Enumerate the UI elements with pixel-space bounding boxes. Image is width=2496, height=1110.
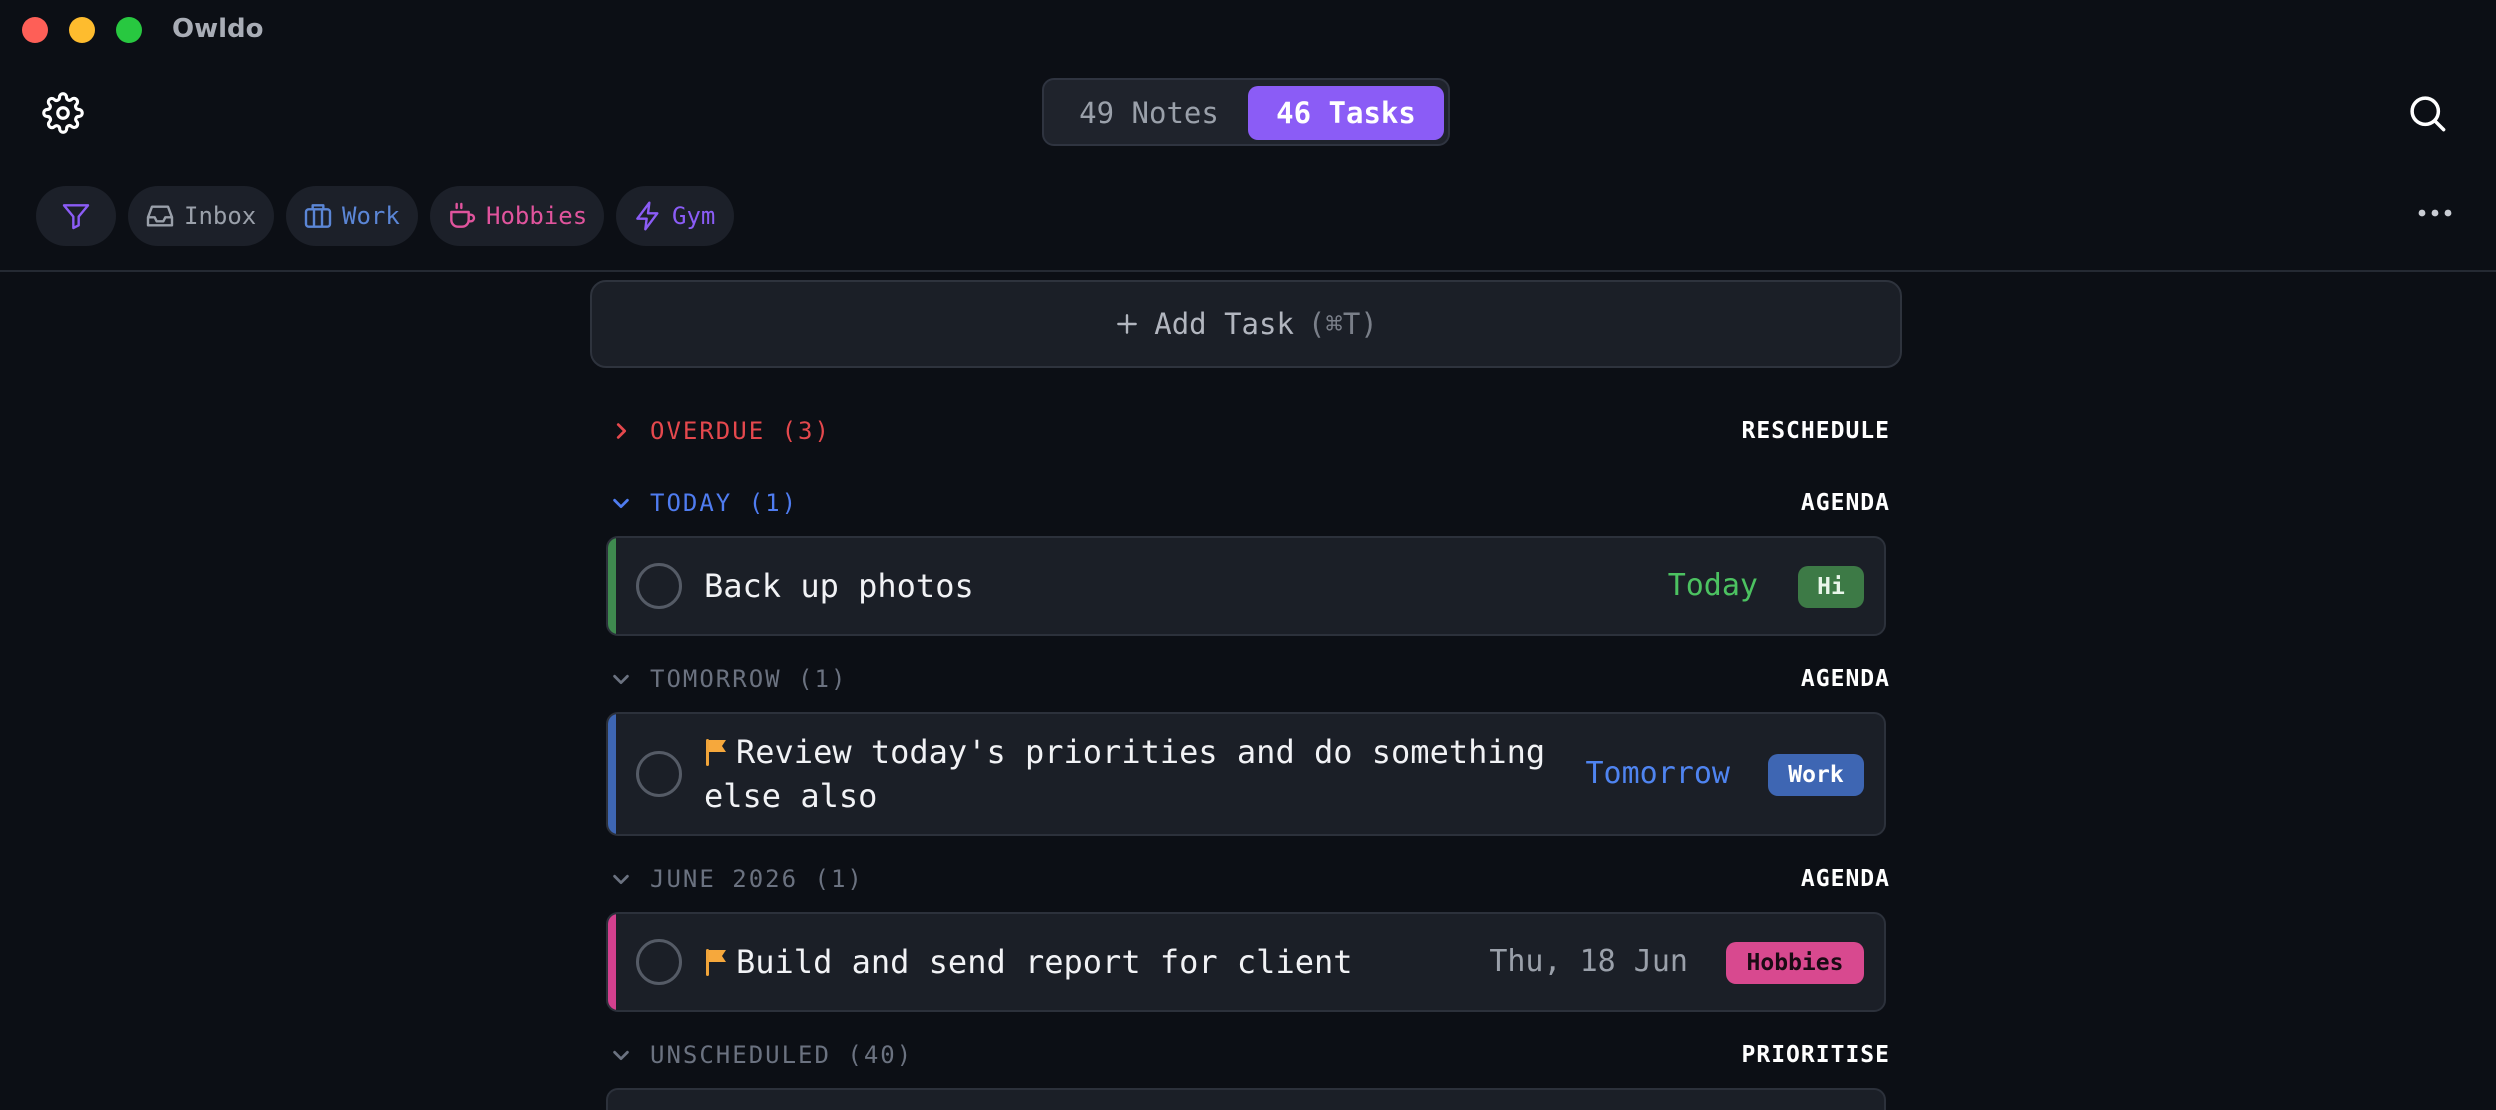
task-color-stripe	[608, 914, 616, 1010]
search-button[interactable]	[2402, 88, 2452, 138]
filter-button[interactable]	[36, 186, 116, 246]
task-due-date: Tomorrow	[1585, 756, 1731, 791]
task-due-date: Today	[1667, 568, 1758, 603]
task-checkbox[interactable]	[636, 751, 682, 797]
title-bar: Owldo	[0, 0, 2496, 60]
more-horizontal-icon	[2418, 209, 2452, 217]
flag-icon	[706, 949, 726, 976]
section-toggle-june-2026[interactable]: JUNE 2026 (1)	[610, 865, 864, 893]
settings-button[interactable]	[38, 88, 88, 138]
filter-chip-label: Work	[342, 202, 400, 230]
task-checkbox[interactable]	[636, 563, 682, 609]
add-task-label: Add Task	[1154, 307, 1294, 341]
notes-tab[interactable]: 49 Notes	[1050, 86, 1248, 140]
section-title: JUNE 2026 (1)	[650, 865, 864, 893]
filter-chip-label: Hobbies	[486, 202, 588, 230]
section-title: OVERDUE (3)	[650, 417, 831, 445]
section-today: TODAY (1) AGENDA	[610, 483, 1890, 523]
gear-icon	[42, 92, 84, 134]
app-window: Owldo 49 Notes 46 Tasks Inbox Work Hobbi…	[0, 0, 2496, 1110]
filter-icon	[62, 204, 90, 230]
agenda-button[interactable]: AGENDA	[1801, 666, 1890, 692]
filter-chip-label: Inbox	[184, 202, 257, 230]
task-title-wrap: Build and send report for client	[704, 940, 1353, 984]
task-tag: Hobbies	[1726, 942, 1864, 984]
filter-chip-gym[interactable]: Gym	[616, 186, 734, 246]
reschedule-button[interactable]: RESCHEDULE	[1742, 418, 1890, 444]
section-toggle-unscheduled[interactable]: UNSCHEDULED (40)	[610, 1041, 913, 1069]
task-due-date: Thu, 18 Jun	[1489, 944, 1688, 979]
more-options-button[interactable]	[2410, 198, 2460, 228]
agenda-button[interactable]: AGENDA	[1801, 866, 1890, 892]
section-toggle-tomorrow[interactable]: TOMORROW (1)	[610, 665, 847, 693]
plus-icon	[1117, 314, 1138, 334]
tasks-tab[interactable]: 46 Tasks	[1248, 86, 1444, 140]
section-title: UNSCHEDULED (40)	[650, 1041, 914, 1069]
task-color-stripe	[608, 538, 616, 634]
flag-icon	[706, 739, 726, 766]
task-title: Back up photos	[704, 567, 974, 605]
task-color-stripe	[608, 714, 616, 834]
section-title: TOMORROW (1)	[650, 665, 848, 693]
task-row[interactable]: Review today's priorities and do somethi…	[606, 712, 1886, 836]
maximize-window-button[interactable]	[116, 17, 142, 43]
chevron-down-icon	[613, 874, 629, 885]
filter-chip-label: Gym	[672, 202, 716, 230]
task-title: Build and send report for client	[736, 943, 1353, 981]
inbox-icon	[146, 205, 174, 227]
header-divider	[0, 270, 2496, 272]
section-june-2026: JUNE 2026 (1) AGENDA	[610, 859, 1890, 899]
task-row[interactable]	[606, 1088, 1886, 1110]
section-unscheduled: UNSCHEDULED (40) PRIORITISE	[610, 1035, 1890, 1075]
task-row[interactable]: Build and send report for client Thu, 18…	[606, 912, 1886, 1012]
section-toggle-today[interactable]: TODAY (1)	[610, 489, 798, 517]
coffee-icon	[450, 202, 476, 228]
task-tag: Hi	[1798, 566, 1864, 608]
task-title-wrap: Review today's priorities and do somethi…	[704, 730, 1564, 818]
chevron-down-icon	[613, 1050, 629, 1061]
minimize-window-button[interactable]	[69, 17, 95, 43]
filter-chip-work[interactable]: Work	[286, 186, 418, 246]
search-icon	[2410, 96, 2446, 132]
section-overdue: OVERDUE (3) RESCHEDULE	[610, 411, 1890, 451]
add-task-button[interactable]: Add Task (⌘T)	[590, 280, 1902, 368]
chevron-right-icon	[616, 423, 627, 439]
task-checkbox[interactable]	[636, 939, 682, 985]
notes-tasks-switch: 49 Notes 46 Tasks	[1042, 78, 1450, 146]
close-window-button[interactable]	[22, 17, 48, 43]
section-toggle-overdue[interactable]: OVERDUE (3)	[610, 417, 831, 445]
prioritise-button[interactable]: PRIORITISE	[1742, 1042, 1890, 1068]
chevron-down-icon	[613, 498, 629, 509]
section-title: TODAY (1)	[650, 489, 799, 517]
lightning-icon	[636, 201, 659, 231]
filter-chip-hobbies[interactable]: Hobbies	[430, 186, 604, 246]
window-title: Owldo	[172, 14, 264, 44]
task-title: Review today's priorities and do somethi…	[704, 733, 1546, 815]
agenda-button[interactable]: AGENDA	[1801, 490, 1890, 516]
chevron-down-icon	[613, 674, 629, 685]
add-task-shortcut: (⌘T)	[1307, 307, 1378, 341]
task-row[interactable]: Back up photos Today Hi	[606, 536, 1886, 636]
section-tomorrow: TOMORROW (1) AGENDA	[610, 659, 1890, 699]
task-tag: Work	[1768, 754, 1864, 796]
filter-chip-inbox[interactable]: Inbox	[128, 186, 274, 246]
briefcase-icon	[304, 204, 332, 228]
